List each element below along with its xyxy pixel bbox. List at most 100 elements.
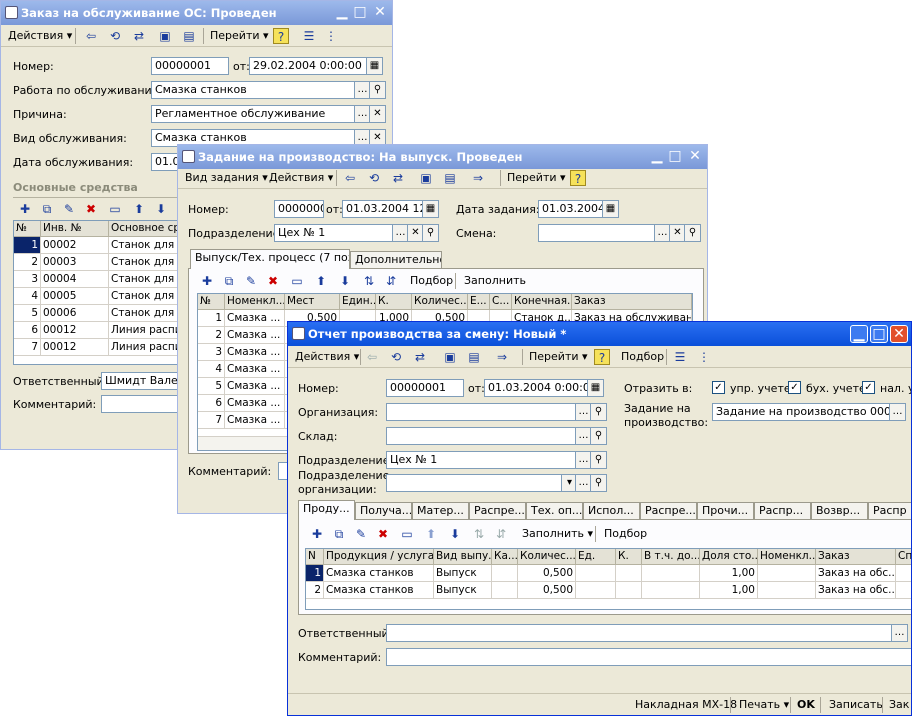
structure-icon[interactable]: ☰	[672, 349, 688, 365]
row-number-cell[interactable]: 4	[14, 288, 41, 305]
date-field[interactable]: 29.02.2004 0:00:00	[249, 57, 367, 75]
copy-icon[interactable]: ⇄	[131, 28, 147, 44]
table-cell[interactable]: Линия распи	[109, 339, 182, 356]
column-header[interactable]: К.	[616, 549, 642, 565]
help-icon[interactable]: ?	[273, 28, 289, 44]
fill-button[interactable]: Заполнить ▾	[519, 525, 596, 543]
table-cell[interactable]: Смазка станков	[324, 565, 434, 582]
column-header[interactable]: Количес...	[518, 549, 576, 565]
title-bar[interactable]: Заказ на обслуживание ОС: Проведен ▁ □ ✕	[1, 1, 392, 25]
maximize-icon[interactable]: □	[870, 325, 888, 343]
pick-button[interactable]: Подбор	[407, 272, 456, 290]
table-cell[interactable]	[642, 565, 700, 582]
table-cell[interactable]: Станок для у	[109, 271, 182, 288]
column-header[interactable]: К.	[376, 294, 412, 310]
division-field[interactable]: Цех № 1	[274, 224, 394, 242]
tab-10[interactable]: Возвр...	[811, 502, 868, 520]
back-icon[interactable]: ⇦	[342, 170, 358, 186]
table-cell[interactable]: Станок для у	[109, 254, 182, 271]
unpost-icon[interactable]: ▤	[181, 28, 197, 44]
save-button[interactable]: Записать	[826, 696, 886, 714]
shift-field[interactable]	[538, 224, 656, 242]
row-number-cell[interactable]: 1	[14, 237, 41, 254]
table-cell[interactable]	[896, 565, 911, 582]
ok-button[interactable]: OK	[794, 696, 818, 714]
column-header[interactable]: Номенкл...	[758, 549, 816, 565]
tab-9[interactable]: Распр...	[754, 502, 811, 520]
table-cell[interactable]: Смазка ...	[225, 378, 285, 395]
column-header[interactable]: Доля сто...	[700, 549, 758, 565]
actions-menu[interactable]: Действия ▾	[292, 348, 362, 366]
task-date-field[interactable]: 01.03.2004	[538, 200, 604, 218]
table-cell[interactable]: Смазка ...	[225, 412, 285, 429]
column-header[interactable]: Заказ	[816, 549, 896, 565]
tab-1[interactable]: Проду...	[298, 500, 355, 520]
help-icon[interactable]: ?	[594, 349, 610, 365]
row-number-cell[interactable]: 2	[198, 327, 225, 344]
fill-button[interactable]: Заполнить	[461, 272, 529, 290]
maximize-icon[interactable]: □	[666, 148, 684, 166]
pick-button[interactable]: Подбор	[618, 348, 667, 366]
calendar-icon[interactable]: ▦	[422, 200, 439, 218]
column-header[interactable]: Продукция / услуга	[324, 549, 434, 565]
search-icon[interactable]: ⚲	[590, 403, 607, 421]
move-down-icon[interactable]: ⬇	[447, 526, 463, 542]
title-bar[interactable]: Отчет производства за смену: Новый * ▁ □…	[288, 322, 911, 346]
table-cell[interactable]	[492, 565, 518, 582]
sort-desc-icon[interactable]: ⇵	[383, 273, 399, 289]
number-field[interactable]: 00000001	[151, 57, 229, 75]
table-cell[interactable]: Смазка станков	[324, 582, 434, 599]
row-number-cell[interactable]: 7	[198, 412, 225, 429]
table-cell[interactable]: 0,500	[518, 582, 576, 599]
table-cell[interactable]: 0,500	[518, 565, 576, 582]
row-number-cell[interactable]: 2	[306, 582, 324, 599]
search-icon[interactable]: ⚲	[369, 81, 386, 99]
table-cell[interactable]: 00012	[41, 339, 109, 356]
search-icon[interactable]: ⚲	[590, 451, 607, 469]
refresh-icon[interactable]: ⟲	[366, 170, 382, 186]
table-cell[interactable]	[616, 565, 642, 582]
tab-5[interactable]: Тех. оп...	[526, 502, 583, 520]
move-up-icon[interactable]: ⬆	[313, 273, 329, 289]
back-icon[interactable]: ⇦	[83, 28, 99, 44]
end-edit-icon[interactable]: ▭	[399, 526, 415, 542]
comment-field[interactable]	[386, 648, 911, 666]
close-icon[interactable]: ✕	[371, 4, 389, 22]
copy-row-icon[interactable]: ⧉	[39, 201, 55, 217]
end-edit-icon[interactable]: ▭	[107, 201, 123, 217]
table-cell[interactable]: Смазка ...	[225, 344, 285, 361]
tab-output[interactable]: Выпуск/Тех. процесс (7 поз.)	[190, 249, 350, 269]
table-cell[interactable]: 00003	[41, 254, 109, 271]
column-header[interactable]: Мест	[285, 294, 340, 310]
calendar-icon[interactable]: ▦	[587, 379, 604, 397]
minimize-icon[interactable]: ▁	[850, 325, 868, 343]
tab-11[interactable]: Распр	[868, 502, 911, 520]
column-header[interactable]: Количес...	[412, 294, 468, 310]
select-button[interactable]: …	[889, 403, 906, 421]
number-field[interactable]: 00000001	[386, 379, 464, 397]
select-button[interactable]: …	[891, 624, 908, 642]
table-cell[interactable]: Смазка ...	[225, 327, 285, 344]
move-down-icon[interactable]: ⬇	[337, 273, 353, 289]
row-number-cell[interactable]: 7	[14, 339, 41, 356]
based-on-icon[interactable]: ⇒	[494, 349, 510, 365]
column-header[interactable]: Един...	[340, 294, 376, 310]
column-header[interactable]: В т.ч. до...	[642, 549, 700, 565]
post-icon[interactable]: ▣	[418, 170, 434, 186]
print-menu[interactable]: Печать ▾	[736, 696, 792, 714]
edit-row-icon[interactable]: ✎	[61, 201, 77, 217]
minimize-icon[interactable]: ▁	[648, 148, 666, 166]
pick-button[interactable]: Подбор	[601, 525, 650, 543]
table-cell[interactable]: 00002	[41, 237, 109, 254]
column-header[interactable]: Ед.	[576, 549, 616, 565]
table-cell[interactable]: 00006	[41, 305, 109, 322]
move-down-icon[interactable]: ⬇	[153, 201, 169, 217]
edit-row-icon[interactable]: ✎	[243, 273, 259, 289]
move-up-icon[interactable]: ⬆	[423, 526, 439, 542]
post-icon[interactable]: ▣	[157, 28, 173, 44]
task-field[interactable]: Задание на производство 000000	[712, 403, 890, 421]
search-icon[interactable]: ⚲	[422, 224, 439, 242]
warehouse-field[interactable]	[386, 427, 576, 445]
edit-row-icon[interactable]: ✎	[353, 526, 369, 542]
table-cell[interactable]	[642, 582, 700, 599]
